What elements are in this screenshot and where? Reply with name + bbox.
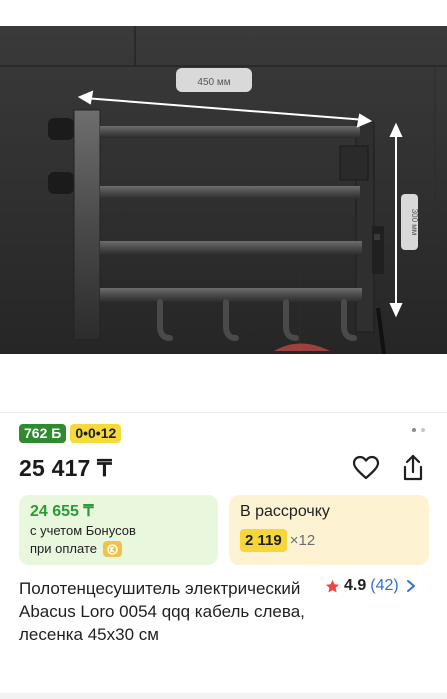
installment-row: 2 119 ×12 [240,529,418,552]
bonus-note-payment-label: при оплате [30,541,97,556]
installment-amount: 2 119 [240,529,287,552]
rating-link[interactable]: 4.9 (42) [325,577,417,595]
review-count: (42) [370,577,399,594]
height-dimension-label: 300 мм [410,209,419,236]
star-icon [325,579,340,592]
badges: 762 Б 0•0•12 [19,424,122,443]
share-button[interactable] [399,453,427,483]
product-image[interactable]: 450 мм 300 мм [0,26,447,354]
pager-dot [421,428,425,432]
installment-box[interactable]: В рассрочку 2 119 ×12 [229,495,429,565]
product-title: Полотенцесушитель электрический Abacus L… [19,579,305,644]
installment-label: В рассрочку [240,503,330,520]
installment-times: ×12 [289,532,316,549]
price: 25 417 ₸ [19,455,112,481]
image-pager-dots [412,428,425,432]
share-icon [403,454,423,481]
chevron-right-icon [406,580,415,592]
width-dimension-label: 450 мм [197,77,230,88]
pager-dot-active [412,428,416,432]
kaspi-gold-icon [102,541,122,557]
bottom-divider [0,693,447,699]
bonus-badge: 762 Б [19,424,67,443]
heart-icon [352,455,380,480]
bonus-price-box[interactable]: 24 655 ₸ с учетом Бонусов при оплате [19,495,218,565]
image-spacer [0,354,447,412]
bonus-note-payment: при оплате [30,540,207,558]
rating-value: 4.9 [344,577,367,594]
top-strip [0,0,447,26]
installment-badge: 0•0•12 [70,424,122,443]
bonus-note: с учетом Бонусов [30,523,136,538]
product-card: 762 Б 0•0•12 25 417 ₸ 24 655 ₸ с учетом … [0,412,447,699]
favorite-button[interactable] [352,455,380,481]
bonus-price: 24 655 ₸ [30,503,94,520]
